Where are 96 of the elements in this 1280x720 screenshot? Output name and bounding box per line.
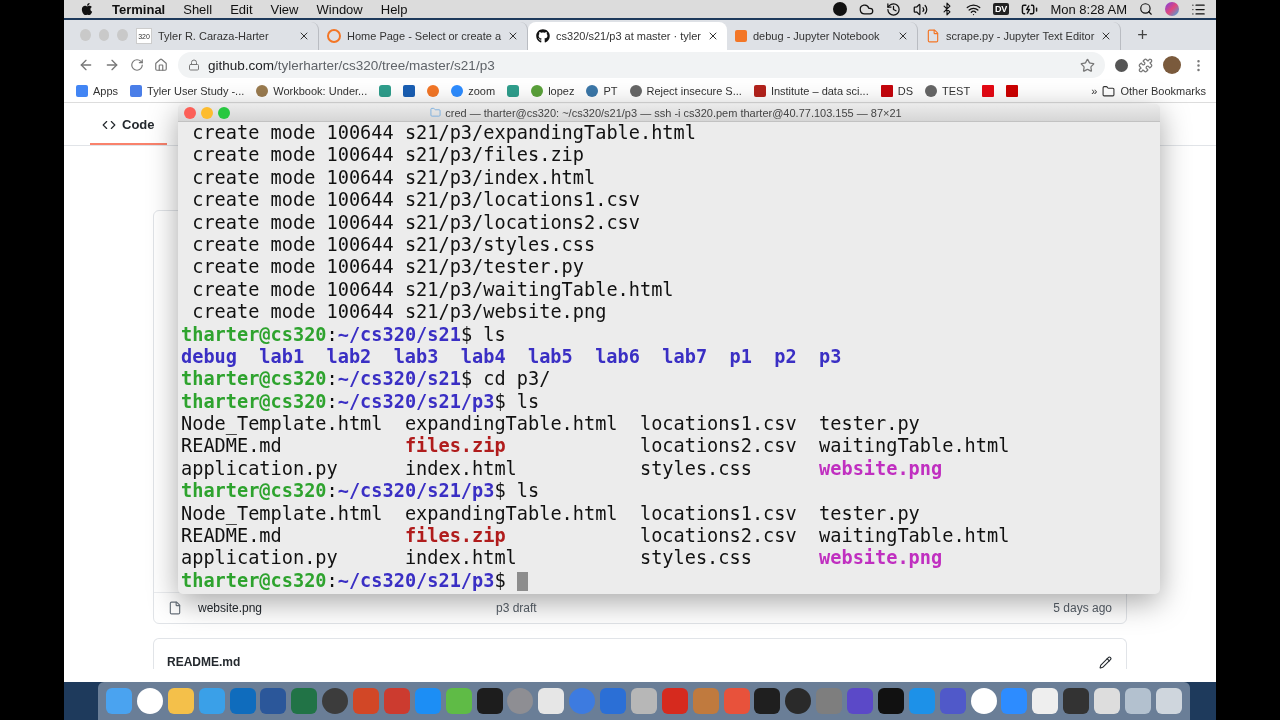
browser-tab[interactable]: cs320/s21/p3 at master · tyler — [528, 22, 727, 50]
directory-name: debug — [181, 345, 237, 369]
directory-name: lab1 — [259, 345, 305, 369]
prompt-path: ~/cs320/s21 — [337, 368, 461, 391]
status-badge[interactable]: DV — [992, 3, 1010, 15]
file-name: waitingTable.html — [819, 435, 1010, 458]
prompt-user: tharter@cs320 — [181, 323, 327, 346]
prompt-user: tharter@cs320 — [181, 480, 327, 503]
file-age: 5 days ago — [1052, 601, 1113, 615]
prompt-path: ~/cs320/s21/p3 — [337, 480, 495, 503]
prompt-separator: : — [326, 569, 338, 593]
directory-name: lab4 — [460, 345, 506, 369]
file-name: tester.py — [819, 502, 920, 526]
file-name: locations1.csv — [639, 413, 798, 436]
directory-name: lab3 — [393, 345, 439, 369]
file-name: locations2.csv — [639, 435, 798, 458]
file-name: styles.css — [639, 457, 753, 481]
terminal-output: create mode 100644 s21/p3/locations1.csv — [191, 189, 640, 212]
menu-item[interactable]: Terminal — [112, 1, 166, 17]
file-name: tester.py — [819, 413, 920, 436]
directory-name: lab6 — [595, 345, 640, 369]
prompt-separator: : — [326, 323, 338, 346]
code-tab[interactable]: Code — [90, 117, 167, 145]
file-name: files.zip — [404, 525, 507, 548]
file-name: README.md — [181, 435, 283, 458]
file-name: website.png — [819, 547, 943, 570]
prompt-path: ~/cs320/s21/p3 — [337, 390, 495, 414]
directory-name: p1 — [729, 345, 752, 369]
menu-item[interactable]: Window — [316, 1, 363, 17]
bookmark[interactable]: zoom — [451, 85, 496, 97]
directory-name: lab2 — [326, 345, 372, 369]
bookmark[interactable]: TEST — [925, 85, 971, 97]
menu-item[interactable]: Edit — [230, 1, 253, 17]
bookmark[interactable]: Other Bookmarks — [1120, 85, 1206, 97]
bookmark[interactable]: Apps — [76, 85, 119, 97]
file-name: application.py — [181, 457, 339, 481]
file-name: index.html — [404, 457, 518, 481]
prompt-separator: : — [326, 368, 338, 391]
file-name: locations1.csv — [639, 502, 798, 526]
menu-item[interactable]: Shell — [183, 1, 213, 17]
terminal-output: create mode 100644 s21/p3/expandingTable.html — [191, 122, 696, 145]
prompt-user: tharter@cs320 — [181, 569, 327, 593]
file-name: waitingTable.html — [819, 525, 1010, 548]
file-name: locations2.csv — [639, 525, 798, 548]
prompt-separator: : — [326, 390, 338, 414]
terminal-output: create mode 100644 s21/p3/website.png — [191, 301, 607, 324]
browser-tab[interactable]: debug - Jupyter Notebook — [727, 22, 918, 50]
terminal-output: create mode 100644 s21/p3/styles.css — [191, 233, 596, 257]
directory-name: p2 — [774, 345, 797, 369]
bookmark[interactable]: PT — [586, 85, 618, 97]
terminal-command: $ ls — [494, 390, 540, 414]
commit-message[interactable]: p3 draft — [496, 601, 1006, 615]
file-name: files.zip — [404, 435, 507, 458]
bookmark[interactable]: Institute – data sci... — [753, 85, 869, 97]
prompt-user: tharter@cs320 — [181, 390, 327, 414]
prompt-separator: : — [326, 480, 338, 503]
bookmark[interactable]: Tyler User Study -... — [130, 85, 245, 97]
terminal-command: $ cd p3/ — [460, 368, 551, 391]
more-bookmarks[interactable]: » — [1091, 85, 1098, 97]
menu-item[interactable]: Help — [380, 1, 408, 17]
terminal-output: create mode 100644 s21/p3/waitingTable.html — [191, 278, 674, 302]
bookmark[interactable]: Workbook: Under... — [256, 85, 368, 97]
file-name: website.png — [819, 457, 943, 481]
menu-item[interactable]: View — [270, 1, 299, 17]
file-name: Node_Template.html — [181, 413, 384, 436]
new-tab-button[interactable]: + — [1133, 24, 1152, 46]
browser-tab[interactable]: scrape.py - Jupyter Text Editor — [918, 22, 1122, 50]
terminal-output: create mode 100644 s21/p3/locations2.csv — [191, 211, 640, 234]
directory-name: p3 — [819, 345, 842, 369]
bookmark[interactable]: Reject insecure S... — [629, 85, 742, 97]
address-bar[interactable]: github.com/tylerharter/cs320/tree/master/s21/p3 — [178, 52, 1105, 78]
prompt-path: ~/cs320/s21/p3 — [337, 569, 495, 593]
file-name: expandingTable.html — [404, 502, 619, 526]
bookmark[interactable]: lopez — [531, 85, 575, 97]
terminal-command: $ — [494, 569, 506, 593]
directory-name: lab5 — [528, 345, 573, 369]
file-link[interactable]: website.png — [198, 601, 496, 615]
clock-text[interactable]: Mon 8:28 AM — [1050, 1, 1127, 17]
file-name: application.py — [181, 547, 339, 570]
prompt-path: ~/cs320/s21 — [337, 323, 461, 346]
terminal-output: create mode 100644 s21/p3/files.zip — [191, 144, 584, 167]
file-name: Node_Template.html — [181, 502, 384, 526]
file-name: README.md — [181, 525, 283, 548]
file-name: styles.css — [639, 547, 753, 570]
window-title: cred — tharter@cs320: ~/cs320/s21/p3 — ssh -i cs320.pem tharter@40.77.103.155 — 87×21 — [445, 106, 902, 119]
prompt-user: tharter@cs320 — [181, 368, 327, 391]
bookmark[interactable]: DS — [880, 85, 913, 97]
terminal-command: $ ls — [494, 480, 540, 503]
terminal-output: create mode 100644 s21/p3/tester.py — [191, 256, 584, 279]
terminal-output: create mode 100644 s21/p3/index.html — [191, 166, 596, 190]
file-name: index.html — [404, 547, 518, 570]
readme-title: README.md — [167, 655, 241, 669]
directory-name: lab7 — [662, 345, 708, 369]
url-text: github.com/tylerharter/cs320/tree/master/s21/p3 — [208, 57, 495, 73]
terminal-command: $ ls — [460, 323, 506, 346]
file-name: expandingTable.html — [404, 413, 619, 436]
